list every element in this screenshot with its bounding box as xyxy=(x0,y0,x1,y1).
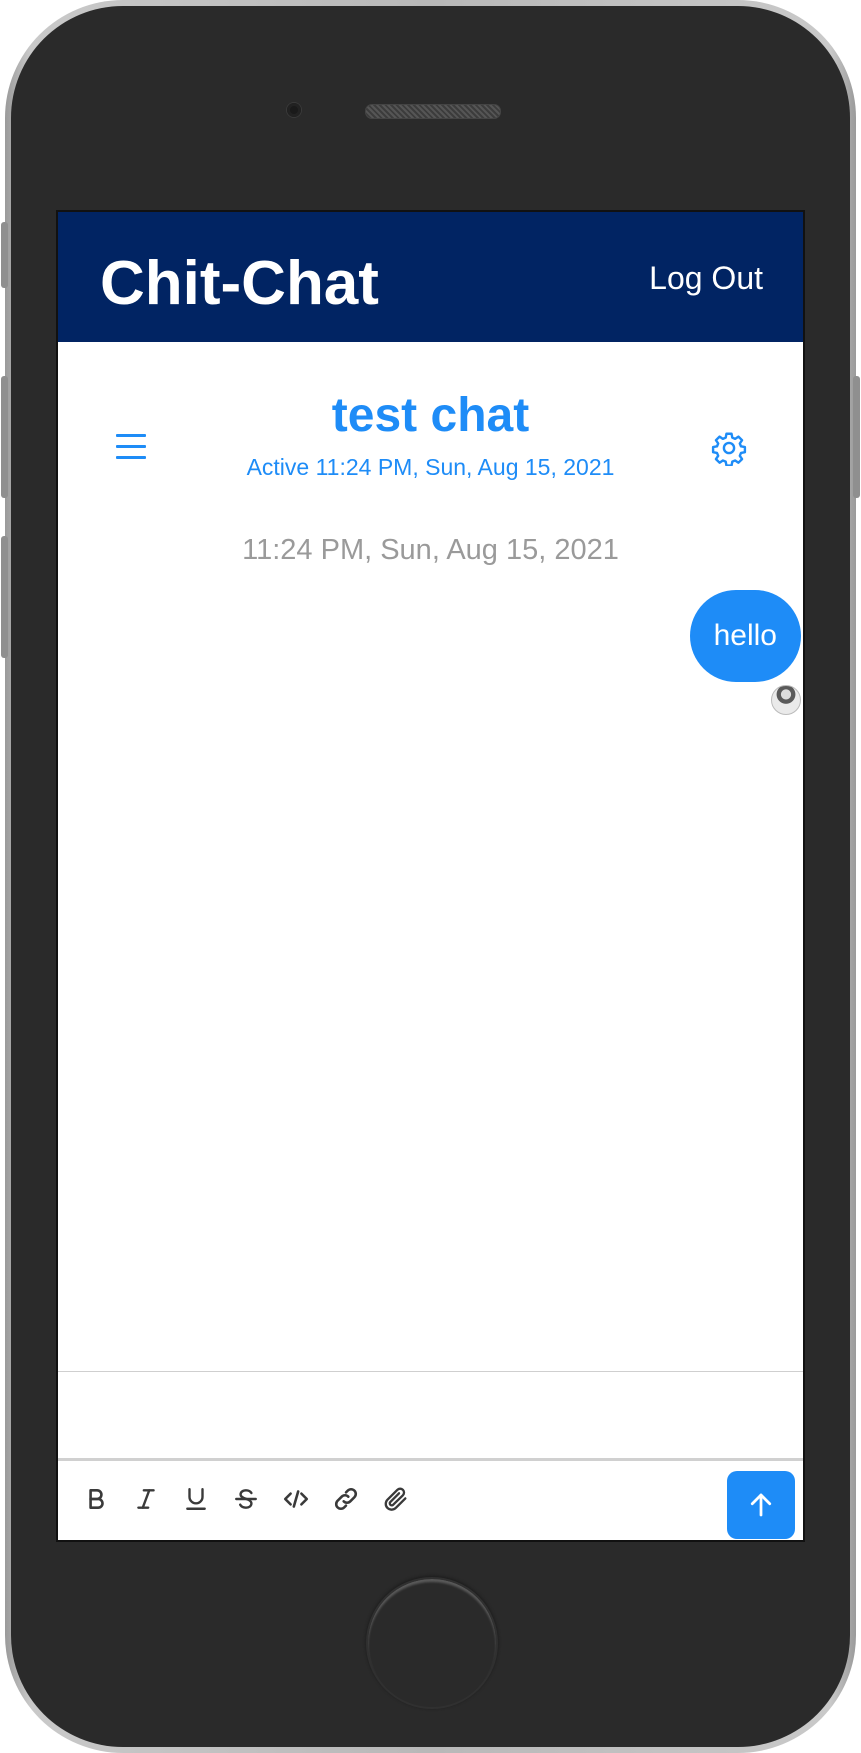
app-header: Chit-Chat Log Out xyxy=(58,212,803,342)
attachment-icon[interactable] xyxy=(376,1479,416,1519)
chat-status: Active 11:24 PM, Sun, Aug 15, 2021 xyxy=(246,454,615,480)
message-timestamp: 11:24 PM, Sun, Aug 15, 2021 xyxy=(242,534,619,566)
send-button[interactable] xyxy=(727,1471,795,1539)
gear-icon[interactable] xyxy=(711,430,747,467)
app-screen: Chit-Chat Log Out test chat Active 11:24… xyxy=(56,210,805,1542)
arrow-up-icon xyxy=(750,1493,772,1517)
message-bubble-sent: hello xyxy=(689,590,801,682)
app-title: Chit-Chat xyxy=(100,249,379,318)
link-icon[interactable] xyxy=(326,1479,366,1519)
avatar xyxy=(771,685,801,715)
phone-side-button xyxy=(1,222,8,288)
phone-side-button xyxy=(1,536,8,658)
formatting-toolbar xyxy=(58,1461,803,1540)
code-icon[interactable] xyxy=(276,1479,316,1519)
underline-icon[interactable] xyxy=(176,1479,216,1519)
phone-camera xyxy=(287,103,301,117)
logout-button[interactable]: Log Out xyxy=(649,258,763,298)
chat-header: test chat Active 11:24 PM, Sun, Aug 15, … xyxy=(58,342,803,492)
phone-side-button xyxy=(1,376,8,498)
message-input[interactable] xyxy=(58,1371,803,1461)
chat-title: test chat xyxy=(331,389,530,442)
strikethrough-icon[interactable] xyxy=(226,1479,266,1519)
phone-side-button xyxy=(853,376,860,498)
italic-icon[interactable] xyxy=(126,1479,166,1519)
phone-home-button xyxy=(366,1577,498,1709)
bold-icon[interactable] xyxy=(76,1479,116,1519)
phone-speaker xyxy=(365,104,501,119)
